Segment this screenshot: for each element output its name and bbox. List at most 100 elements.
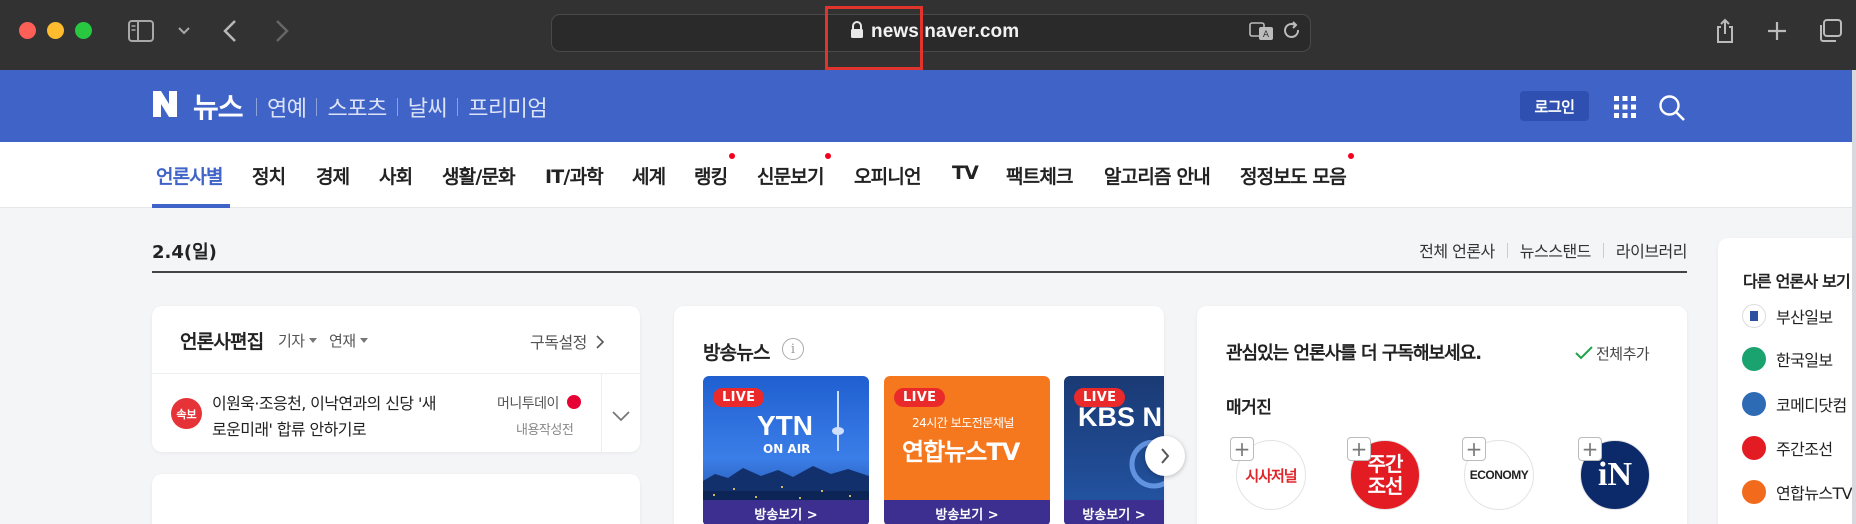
- chevron-right-icon: [1161, 448, 1170, 464]
- tab-life-culture[interactable]: 생활/문화: [442, 162, 516, 189]
- sidebar-item-comedydotcom[interactable]: 코메디닷컴: [1742, 392, 1847, 416]
- series-filter[interactable]: 연재: [329, 330, 368, 351]
- editorial-title: 언론사편집: [180, 331, 264, 353]
- subscribe-settings-link[interactable]: 구독설정: [530, 329, 605, 353]
- info-icon[interactable]: i: [782, 338, 804, 360]
- ytn-live-thumbnail[interactable]: LIVE YTN ON AIR 방송보기 >: [703, 376, 869, 524]
- tab-economy[interactable]: 경제: [316, 162, 350, 189]
- magazine-name: 시사저널: [1245, 466, 1297, 485]
- new-tab-icon[interactable]: [1764, 16, 1790, 46]
- tab-overview-icon[interactable]: [1816, 16, 1844, 46]
- tab-tv[interactable]: TV: [952, 162, 979, 184]
- tab-algorithm[interactable]: 알고리즘 안내: [1104, 162, 1211, 189]
- yonhap-live-thumbnail[interactable]: LIVE 24시간 보도전문채널 연합뉴스TV 방송보기 >: [884, 376, 1050, 524]
- forward-arrow-icon[interactable]: [270, 16, 294, 46]
- check-icon: [1575, 346, 1593, 360]
- nav-entertainment[interactable]: 연예: [267, 91, 307, 123]
- search-icon[interactable]: [1658, 94, 1686, 126]
- watch-broadcast-label: 방송보기 >: [884, 500, 1050, 524]
- add-all-button[interactable]: 전체추가: [1575, 343, 1650, 364]
- subscribe-title: 관심있는 언론사를 더 구독해보세요.: [1226, 343, 1482, 364]
- minimize-window-button[interactable]: [47, 22, 64, 39]
- tab-corrections[interactable]: 정정보도 모음: [1240, 162, 1347, 189]
- press-logo-icon: [1742, 392, 1766, 416]
- nav-weather[interactable]: 날씨: [408, 91, 448, 123]
- header-nav: 연예 스포츠 날씨 프리미엄: [256, 91, 548, 123]
- top-links: 전체 언론사 뉴스스탠드 라이브러리: [1419, 238, 1687, 262]
- tab-society[interactable]: 사회: [379, 162, 413, 189]
- reload-icon[interactable]: [1280, 16, 1304, 46]
- press-logo-icon: [1742, 436, 1766, 460]
- tab-politics[interactable]: 정치: [252, 162, 286, 189]
- sidebar-item-busan[interactable]: 부산일보: [1742, 304, 1833, 328]
- library-link[interactable]: 라이브러리: [1616, 238, 1688, 262]
- active-tab-indicator: [152, 204, 230, 208]
- watch-broadcast-label: 방송보기 >: [703, 500, 869, 524]
- other-press-title: 다른 언론사 보기: [1743, 272, 1851, 291]
- app-menu-icon[interactable]: [1614, 96, 1636, 122]
- nav-separator: [457, 98, 459, 116]
- sidebar-item-yonhap-tv[interactable]: 연합뉴스TV: [1742, 480, 1853, 504]
- press-logo-icon: [1742, 304, 1766, 328]
- tab-newspaper[interactable]: 신문보기: [757, 162, 825, 189]
- chevron-right-icon: [596, 335, 605, 349]
- nav-separator: [396, 98, 398, 116]
- naver-logo[interactable]: [151, 89, 179, 119]
- tab-it-science[interactable]: IT/과학: [545, 162, 604, 189]
- tab-world[interactable]: 세계: [632, 162, 666, 189]
- add-subscription-button[interactable]: +: [1347, 437, 1371, 461]
- sidebar-item-label: 부산일보: [1776, 308, 1833, 327]
- back-arrow-icon[interactable]: [218, 16, 242, 46]
- headline-line-2[interactable]: 로운미래' 합류 안하기로: [212, 416, 367, 440]
- nav-premium[interactable]: 프리미엄: [468, 91, 547, 123]
- press-name[interactable]: 머니투데이: [497, 393, 559, 413]
- watch-broadcast-label: 방송보기 >: [1064, 500, 1164, 524]
- svg-text:A: A: [1263, 30, 1270, 40]
- tab-opinion[interactable]: 오피니언: [854, 162, 922, 189]
- sidebar-item-label: 연합뉴스TV: [1776, 484, 1853, 503]
- login-button[interactable]: 로그인: [1520, 91, 1589, 121]
- caret-down-icon: [308, 338, 317, 343]
- card-divider: [601, 373, 602, 452]
- add-all-label: 전체추가: [1596, 345, 1650, 363]
- all-press-link[interactable]: 전체 언론사: [1419, 238, 1495, 262]
- magazine-name: iN: [1598, 456, 1632, 493]
- subscribe-settings-label: 구독설정: [530, 333, 587, 352]
- nav-sports[interactable]: 스포츠: [327, 91, 387, 123]
- news-home-link[interactable]: 뉴스: [193, 86, 244, 126]
- add-subscription-button[interactable]: +: [1230, 437, 1254, 461]
- newsstand-link[interactable]: 뉴스스탠드: [1520, 238, 1592, 262]
- sidebar-toggle-icon[interactable]: [126, 16, 156, 46]
- highlight-box: [825, 6, 923, 70]
- carousel-next-button[interactable]: [1145, 436, 1185, 476]
- headline-line-1[interactable]: 이원욱·조응천, 이낙연과의 신당 '새: [212, 390, 437, 414]
- sidebar-item-weekly-chosun[interactable]: 주간조선: [1742, 436, 1833, 460]
- page-scrollbar[interactable]: [1852, 70, 1856, 524]
- nav-separator: [316, 98, 318, 116]
- sidebar-item-label: 코메디닷컴: [1776, 396, 1847, 415]
- chevron-down-icon[interactable]: [176, 16, 192, 46]
- tab-by-press[interactable]: 언론사별: [156, 162, 224, 189]
- reporter-filter[interactable]: 기자: [278, 330, 317, 351]
- sidebar-item-label: 주간조선: [1776, 440, 1833, 459]
- tab-factcheck[interactable]: 팩트체크: [1006, 162, 1074, 189]
- close-window-button[interactable]: [19, 22, 36, 39]
- link-separator: [1602, 242, 1604, 258]
- zoom-window-button[interactable]: [75, 22, 92, 39]
- sidebar-item-hankook[interactable]: 한국일보: [1742, 347, 1833, 371]
- sidebar-item-label: 한국일보: [1776, 351, 1833, 370]
- series-filter-label: 연재: [329, 332, 356, 350]
- translate-icon[interactable]: A: [1248, 16, 1276, 46]
- expand-chevron-icon[interactable]: [612, 407, 630, 426]
- press-logo-icon: [1742, 480, 1766, 504]
- tab-ranking[interactable]: 랭킹: [694, 162, 728, 189]
- card-divider: [152, 373, 640, 374]
- add-subscription-button[interactable]: +: [1462, 437, 1486, 461]
- new-dot: [1348, 153, 1354, 159]
- new-dot: [825, 153, 831, 159]
- reporter-filter-label: 기자: [278, 332, 305, 350]
- channel-tagline: 24시간 보도전문채널: [912, 416, 1014, 430]
- share-icon[interactable]: [1712, 16, 1738, 46]
- ytn-logo: YTN: [757, 410, 813, 441]
- add-subscription-button[interactable]: +: [1578, 437, 1602, 461]
